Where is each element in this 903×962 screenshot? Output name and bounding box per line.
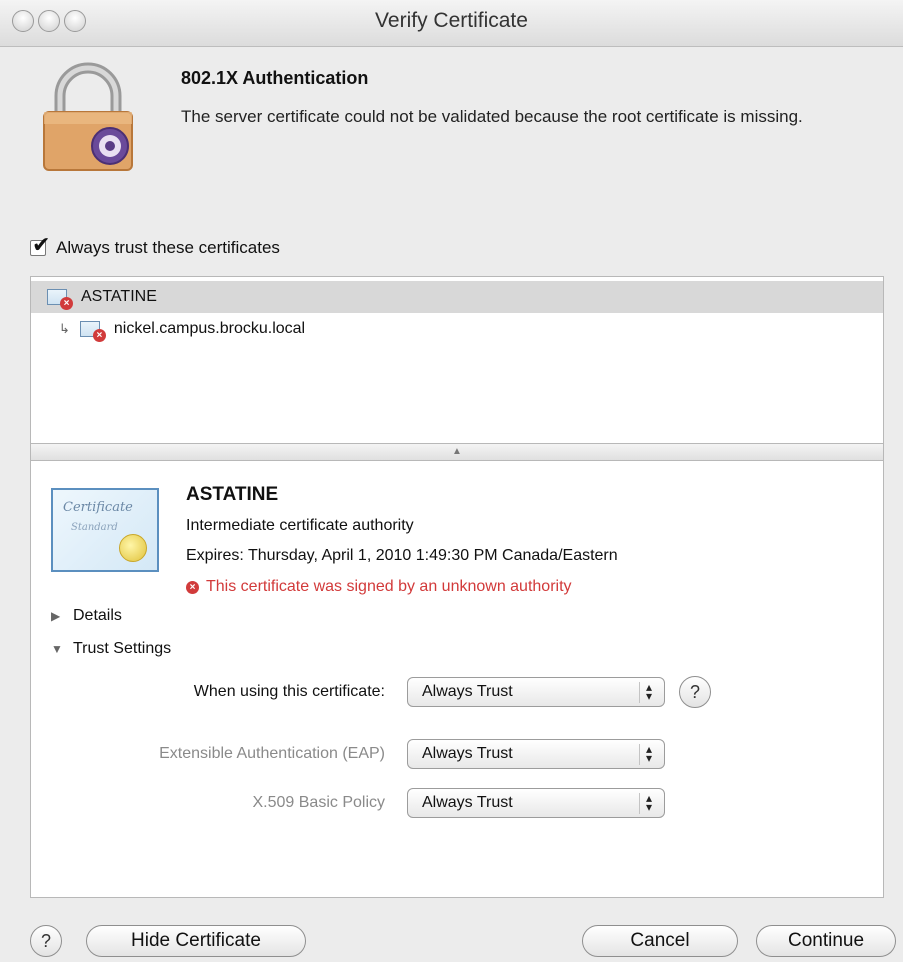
- tree-item-astatine[interactable]: × ASTATINE: [31, 281, 883, 313]
- tree-item-label: ASTATINE: [81, 288, 157, 305]
- popup-arrows-icon: ▴ ▾: [639, 743, 658, 765]
- certificate-standard-icon: Certificate Standard: [51, 488, 159, 572]
- trust-settings-label: Trust Settings: [73, 640, 172, 657]
- invalid-certificate-icon: ×: [79, 321, 106, 342]
- continue-button[interactable]: Continue: [756, 925, 896, 957]
- trust-settings-disclosure[interactable]: ▼ Trust Settings: [51, 640, 171, 658]
- error-icon: ×: [186, 580, 199, 594]
- help-button[interactable]: ?: [30, 925, 62, 957]
- tree-item-nickel[interactable]: ↳ × nickel.campus.brocku.local: [31, 313, 305, 345]
- certificate-name: ASTATINE: [186, 484, 279, 505]
- popup-value: Always Trust: [422, 745, 513, 762]
- popup-value: Always Trust: [422, 683, 513, 700]
- tree-item-label: nickel.campus.brocku.local: [113, 320, 306, 337]
- policy-label-eap: Extensible Authentication (EAP): [159, 745, 385, 762]
- title-bar: Verify Certificate: [0, 0, 903, 47]
- policy-label-x509: X.509 Basic Policy: [252, 794, 385, 811]
- details-label: Details: [73, 607, 122, 624]
- window-title: Verify Certificate: [375, 9, 528, 32]
- pane-splitter[interactable]: ▲: [30, 444, 884, 460]
- splitter-grip-icon: ▲: [452, 446, 462, 457]
- trust-help-button[interactable]: ?: [679, 676, 711, 708]
- policy-label-when-using: When using this certificate:: [193, 683, 385, 700]
- alert-message: The server certificate could not be vali…: [181, 107, 803, 126]
- always-trust-checkbox[interactable]: ✔: [30, 232, 50, 257]
- certificate-kind: Intermediate certificate authority: [186, 517, 414, 534]
- invalid-certificate-icon: ×: [47, 289, 73, 310]
- popup-arrows-icon: ▴ ▾: [639, 681, 658, 703]
- certificate-warning: × This certificate was signed by an unkn…: [186, 578, 572, 596]
- certificate-warning-text: This certificate was signed by an unknow…: [206, 578, 572, 595]
- x509-trust-popup[interactable]: Always Trust ▴ ▾: [407, 788, 665, 818]
- disclosure-collapsed-icon: ▶: [51, 609, 61, 623]
- when-using-trust-popup[interactable]: Always Trust ▴ ▾: [407, 677, 665, 707]
- alert-heading: 802.1X Authentication: [181, 68, 369, 88]
- popup-value: Always Trust: [422, 794, 513, 811]
- popup-arrows-icon: ▴ ▾: [639, 792, 658, 814]
- cancel-button[interactable]: Cancel: [582, 925, 738, 957]
- certificate-chain-list[interactable]: × ASTATINE ↳ × nickel.campus.brocku.loca…: [30, 276, 884, 444]
- certificate-expiration: Expires: Thursday, April 1, 2010 1:49:30…: [186, 547, 618, 564]
- hide-certificate-button[interactable]: Hide Certificate: [86, 925, 306, 957]
- eap-trust-popup[interactable]: Always Trust ▴ ▾: [407, 739, 665, 769]
- details-disclosure[interactable]: ▶ Details: [51, 607, 122, 625]
- always-trust-label: Always trust these certificates: [56, 238, 280, 257]
- child-arrow-icon: ↳: [59, 321, 70, 336]
- certificate-detail-panel: Certificate Standard ASTATINE Intermedia…: [30, 460, 884, 898]
- checkmark-icon: ✔: [32, 232, 51, 257]
- always-trust-checkbox-row[interactable]: ✔ Always trust these certificates: [30, 232, 280, 258]
- disclosure-expanded-icon: ▼: [51, 642, 63, 656]
- lock-icon: [43, 62, 133, 171]
